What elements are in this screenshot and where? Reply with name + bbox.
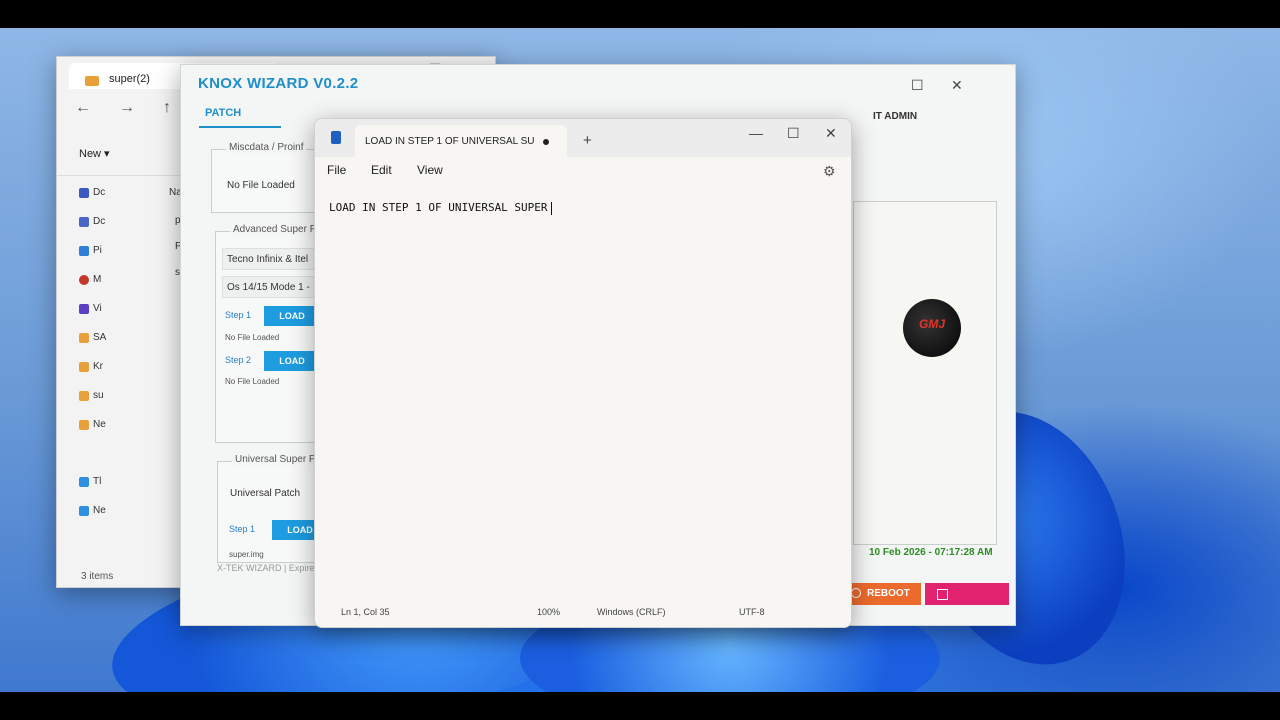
step2-load-button[interactable]: LOAD: [264, 351, 320, 371]
menu-file[interactable]: File: [327, 163, 346, 177]
computer-icon: [79, 477, 89, 487]
step1-load-button[interactable]: LOAD: [264, 306, 320, 326]
universal-step1-label: Step 1: [229, 524, 256, 534]
forward-button[interactable]: →: [119, 99, 135, 117]
text-caret: [550, 201, 552, 215]
advanced-group: Advanced Super F Tecno Infinix & Itel Os…: [215, 224, 327, 443]
sidebar-item[interactable]: Ne: [93, 419, 106, 430]
square-icon: [937, 589, 948, 600]
tab-patch[interactable]: PATCH: [205, 107, 241, 119]
universal-patch-label: Universal Patch: [230, 488, 301, 499]
download-icon: [79, 188, 89, 198]
desktop: super(2) ✕ + — ☐ ✕ ← → ↑ New ▾ Dc Dc Pi …: [0, 28, 1280, 692]
notepad-tab-title: LOAD IN STEP 1 OF UNIVERSAL SUI: [365, 136, 535, 147]
datetime-display: 10 Feb 2026 - 07:17:28 AM: [869, 547, 993, 558]
sidebar-item[interactable]: Dc: [93, 216, 105, 227]
action-button[interactable]: [925, 583, 1009, 605]
misc-status: No File Loaded: [227, 180, 295, 191]
step1-label: Step 1: [225, 310, 252, 320]
sidebar-item[interactable]: Pi: [93, 245, 102, 256]
close-button[interactable]: ✕: [825, 125, 837, 142]
explorer-sidebar: Dc Dc Pi M Vi SA Kr su Ne Tl Ne: [57, 181, 133, 561]
menu-view[interactable]: View: [417, 163, 443, 177]
sidebar-item[interactable]: Ne: [93, 505, 106, 516]
misc-group-title: Miscdata / Proinf: [226, 142, 307, 153]
folder-icon: [79, 420, 89, 430]
app-footer: X-TEK WIZARD | Expire: [217, 563, 315, 573]
folder-icon: [85, 76, 99, 86]
maximize-button[interactable]: ☐: [911, 77, 924, 94]
active-tab-indicator: [199, 126, 281, 128]
zoom-level[interactable]: 100%: [537, 607, 560, 617]
network-icon: [79, 506, 89, 516]
minimize-button[interactable]: —: [749, 125, 763, 141]
sidebar-item[interactable]: Vi: [93, 303, 102, 314]
close-button[interactable]: ✕: [951, 77, 963, 94]
universal-group-title: Universal Super P: [232, 454, 319, 465]
gmj-logo: GMJ: [903, 299, 961, 357]
reboot-button[interactable]: REBOOT: [845, 583, 921, 605]
document-icon: [79, 217, 89, 227]
notepad-tab[interactable]: LOAD IN STEP 1 OF UNIVERSAL SUI: [355, 125, 567, 157]
maximize-button[interactable]: ☐: [787, 125, 800, 142]
step1-status: No File Loaded: [225, 333, 280, 342]
universal-file-name: super.img: [229, 550, 264, 559]
misc-group: Miscdata / Proinf No File Loaded: [211, 142, 323, 213]
sidebar-item[interactable]: su: [93, 390, 104, 401]
editor-content: LOAD IN STEP 1 OF UNIVERSAL SUPER: [329, 201, 548, 214]
back-button[interactable]: ←: [75, 99, 91, 117]
reboot-icon: [851, 588, 861, 599]
sidebar-item[interactable]: M: [93, 274, 101, 285]
sidebar-item[interactable]: Tl: [93, 476, 101, 487]
video-icon: [79, 304, 89, 314]
sidebar-item[interactable]: Dc: [93, 187, 105, 198]
up-button[interactable]: ↑: [163, 99, 171, 117]
tab-it-admin[interactable]: IT ADMIN: [873, 111, 917, 122]
music-icon: [79, 275, 89, 285]
new-button[interactable]: New ▾: [79, 147, 110, 160]
universal-group: Universal Super P Universal Patch Step 1…: [217, 454, 329, 563]
sidebar-item[interactable]: SA: [93, 332, 106, 343]
cursor-position: Ln 1, Col 35: [341, 607, 390, 617]
log-panel: [853, 201, 997, 545]
line-ending[interactable]: Windows (CRLF): [597, 607, 666, 617]
folder-icon: [79, 362, 89, 372]
notepad-tabbar: LOAD IN STEP 1 OF UNIVERSAL SUI + — ☐ ✕: [315, 119, 851, 157]
folder-icon: [79, 333, 89, 343]
app-title: KNOX WIZARD V0.2.2: [198, 75, 359, 92]
pictures-icon: [79, 246, 89, 256]
reboot-label: REBOOT: [867, 588, 910, 599]
advanced-group-title: Advanced Super F: [230, 224, 319, 235]
folder-icon: [79, 391, 89, 401]
explorer-tab-title: super(2): [109, 73, 150, 85]
item-count: 3 items: [81, 571, 114, 582]
device-select[interactable]: Tecno Infinix & Itel: [222, 248, 326, 270]
unsaved-indicator: [543, 139, 549, 145]
notepad-icon: [331, 131, 341, 144]
settings-gear-icon[interactable]: ⚙: [823, 163, 836, 180]
mode-select[interactable]: Os 14/15 Mode 1 -: [222, 276, 326, 298]
editor-area[interactable]: LOAD IN STEP 1 OF UNIVERSAL SUPER: [329, 201, 552, 215]
menu-edit[interactable]: Edit: [371, 163, 392, 177]
step2-label: Step 2: [225, 355, 252, 365]
new-tab-button[interactable]: +: [583, 132, 592, 149]
step2-status: No File Loaded: [225, 377, 280, 386]
notepad-window: LOAD IN STEP 1 OF UNIVERSAL SUI + — ☐ ✕ …: [314, 118, 852, 628]
encoding[interactable]: UTF-8: [739, 607, 765, 617]
sidebar-item[interactable]: Kr: [93, 361, 103, 372]
logo-text: GMJ: [919, 317, 946, 331]
